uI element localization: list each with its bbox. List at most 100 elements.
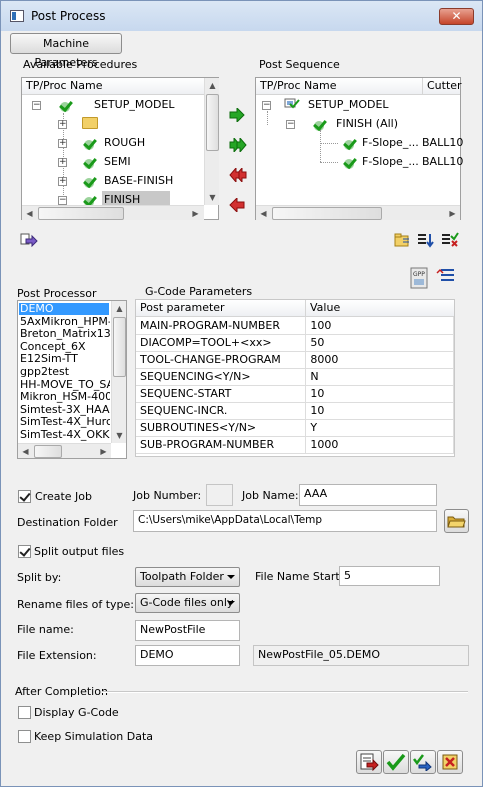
tree-item-setup-model[interactable]: − SETUP_MODEL	[32, 96, 202, 115]
file-name-start-field[interactable]: 5	[339, 566, 440, 586]
post-processor-hscroll[interactable]: ◀ ▶	[18, 443, 111, 458]
parameter-value-cell[interactable]: 10	[305, 385, 454, 403]
tree-item-rough[interactable]: + ROUGH	[58, 134, 208, 153]
table-row[interactable]: TOOL-CHANGE-PROGRAM 8000	[136, 351, 454, 369]
create-job-checkbox[interactable]	[18, 490, 31, 503]
post-to-file-button[interactable]	[356, 750, 382, 774]
tree-item-base-finish[interactable]: + BASE-FINISH	[58, 172, 208, 191]
folder-sort-icon[interactable]	[394, 233, 411, 248]
split-by-select[interactable]: Toolpath Folder	[135, 567, 240, 587]
divider	[102, 691, 468, 693]
check-icon	[82, 155, 96, 169]
sequence-header-cutter[interactable]: Cutter	[423, 78, 462, 95]
table-row[interactable]: DIACOMP=TOOL+<xx> 50	[136, 334, 454, 352]
parameter-name-cell: SEQUENCING<Y/N>	[136, 368, 307, 386]
post-processor-item[interactable]: SimTest-4X_Hurco	[20, 416, 110, 428]
remove-all-arrow-icon[interactable]	[229, 168, 247, 182]
destination-folder-field[interactable]: C:\Users\mike\AppData\Local\Temp	[133, 510, 437, 532]
file-name-preview: NewPostFile_05.DEMO	[253, 645, 469, 666]
cancel-button[interactable]	[437, 750, 463, 774]
post-processor-vscroll[interactable]: ▲ ▼	[111, 301, 126, 443]
scroll-left-icon: ◀	[26, 209, 33, 218]
scroll-up-icon: ▲	[209, 81, 216, 90]
scroll-down-icon: ▼	[209, 193, 216, 202]
file-extension-field[interactable]: DEMO	[135, 645, 240, 666]
parameter-value-cell[interactable]: 10	[305, 402, 454, 420]
table-row[interactable]: SEQUENC-INCR. 10	[136, 402, 454, 420]
job-name-label: Job Name:	[242, 489, 299, 502]
post-processor-item[interactable]: 5AxMikron_HPM-1	[20, 316, 110, 328]
open-folder-icon	[446, 516, 466, 528]
available-procedures-tree[interactable]: TP/Proc Name − SETUP_MODEL + + ROUGH + S…	[21, 77, 219, 220]
available-hscroll[interactable]: ◀ ▶	[22, 205, 204, 220]
post-sequence-tree[interactable]: TP/Proc Name Cutter − SETUP_MODEL − FINI…	[255, 77, 463, 220]
window-title: Post Process	[31, 9, 106, 23]
post-processor-item[interactable]: gpp2test	[20, 366, 110, 378]
post-properties-icon[interactable]	[20, 233, 38, 247]
post-processor-item[interactable]: Concept_6X	[20, 341, 110, 353]
scroll-right-icon: ▶	[100, 447, 107, 456]
post-processor-item[interactable]: Mikron_HSM-400_	[20, 391, 110, 403]
post-processor-item[interactable]: Simtest-3X_HAAS-	[20, 404, 110, 416]
tree-item-folder[interactable]: +	[58, 115, 208, 134]
sequence-item-fslope-2[interactable]: F-Slope_... BALL10	[340, 153, 463, 172]
sequence-hscroll[interactable]: ◀ ▶	[256, 205, 460, 220]
sequence-header-name[interactable]: TP/Proc Name	[256, 78, 423, 95]
remove-arrow-icon[interactable]	[229, 198, 245, 212]
parameter-name-cell: MAIN-PROGRAM-NUMBER	[136, 317, 307, 335]
clear-list-icon[interactable]	[441, 232, 459, 248]
post-processor-item[interactable]: DEMO	[19, 303, 109, 315]
post-processor-item[interactable]: SimTest-4X_OKK	[20, 429, 110, 441]
file-name-field[interactable]: NewPostFile	[135, 620, 240, 641]
parameter-value-cell[interactable]: 50	[305, 334, 454, 352]
available-vscroll[interactable]: ▲ ▼	[204, 78, 219, 205]
table-row[interactable]: SUB-PROGRAM-NUMBER 1000	[136, 436, 454, 454]
post-processor-item[interactable]: E12Sim-TT	[20, 353, 110, 365]
apply-button[interactable]	[410, 750, 436, 774]
add-arrow-icon[interactable]	[229, 108, 245, 122]
setup-model-icon	[284, 98, 300, 109]
split-output-label: Split output files	[34, 545, 125, 558]
gcode-rows: MAIN-PROGRAM-NUMBER 100 DIACOMP=TOOL+<xx> 5…	[136, 317, 454, 454]
scroll-right-icon: ▶	[449, 209, 456, 218]
parameter-value-cell[interactable]: Y	[305, 419, 454, 437]
ok-button[interactable]	[383, 750, 409, 774]
close-button[interactable]: ✕	[439, 8, 474, 25]
post-processor-item[interactable]: HH-MOVE_TO_SA	[20, 379, 110, 391]
sort-list-icon[interactable]	[417, 233, 434, 248]
rename-files-select[interactable]: G-Code files only	[135, 593, 240, 613]
parameter-value-cell[interactable]: N	[305, 368, 454, 386]
scroll-right-icon: ▶	[192, 209, 199, 218]
tree-item-semi[interactable]: + SEMI	[58, 153, 208, 172]
split-output-checkbox[interactable]	[18, 545, 31, 558]
table-row[interactable]: SEQUENC-START 10	[136, 385, 454, 403]
scroll-left-icon: ◀	[22, 447, 29, 456]
job-number-field[interactable]	[206, 484, 233, 506]
sequence-item-setup-model[interactable]: − SETUP_MODEL	[262, 96, 452, 115]
switch-list-icon[interactable]	[436, 267, 456, 285]
create-job-label: Create Job	[35, 490, 93, 503]
add-all-arrow-icon[interactable]	[229, 138, 247, 152]
gcode-parameters-label: G-Code Parameters	[145, 285, 253, 298]
sequence-item-finish-all[interactable]: − FINISH (All)	[286, 115, 456, 134]
file-extension-label: File Extension:	[17, 649, 97, 662]
table-row[interactable]: SUBROUTINES<Y/N> Y	[136, 419, 454, 437]
machine-parameters-button[interactable]: Machine Parameters	[10, 33, 122, 69]
keep-sim-checkbox[interactable]	[18, 730, 31, 743]
sequence-item-fslope-1[interactable]: F-Slope_... BALL10	[340, 134, 463, 153]
parameter-value-cell[interactable]: 100	[305, 317, 454, 335]
display-gcode-checkbox[interactable]	[18, 706, 31, 719]
browse-folder-button[interactable]	[444, 509, 469, 533]
job-name-field[interactable]: AAA	[299, 484, 437, 506]
gcode-header-parameter: Post parameter	[136, 300, 306, 317]
gcode-parameters-table[interactable]: Post parameter Value MAIN-PROGRAM-NUMBER…	[135, 299, 455, 457]
parameter-value-cell[interactable]: 1000	[305, 436, 454, 454]
check-icon	[82, 174, 96, 188]
parameter-value-cell[interactable]: 8000	[305, 351, 454, 369]
check-icon	[312, 117, 326, 131]
post-processor-item[interactable]: Breton_Matrix1300	[20, 328, 110, 340]
table-row[interactable]: SEQUENCING<Y/N> N	[136, 368, 454, 386]
table-row[interactable]: MAIN-PROGRAM-NUMBER 100	[136, 317, 454, 335]
gpp-icon[interactable]: GPP	[410, 267, 432, 291]
post-processor-list[interactable]: DEMO5AxMikron_HPM-1Breton_Matrix1300Conc…	[17, 300, 127, 459]
